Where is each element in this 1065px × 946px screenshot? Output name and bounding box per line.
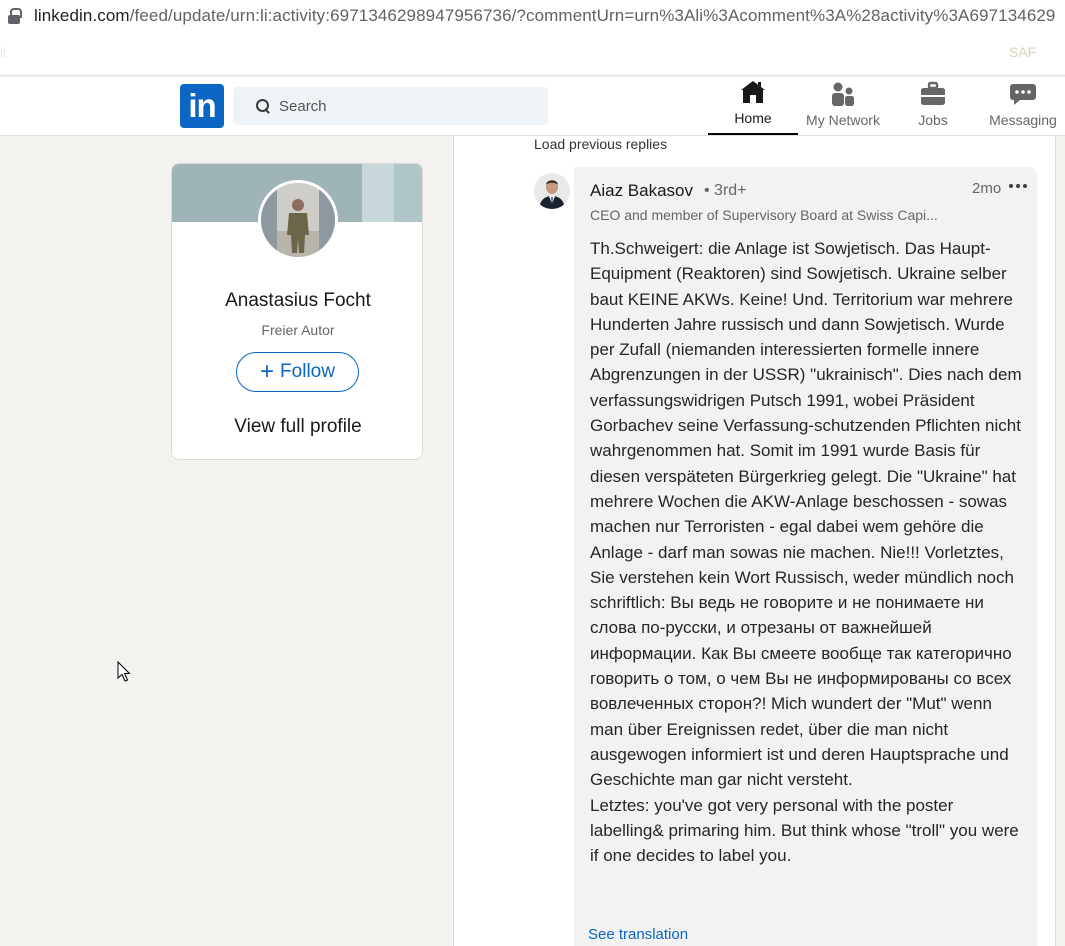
comment-thread-panel: Load previous replies Aiaz Bakasov • 3rd… — [453, 136, 1056, 946]
connection-degree: • 3rd+ — [704, 182, 747, 199]
nav-item-messaging[interactable]: Messaging — [978, 77, 1065, 135]
profile-name[interactable]: Anastasius Focht — [172, 290, 422, 312]
comment-body: Th.Schweigert: die Anlage ist Sowjetisch… — [590, 236, 1022, 868]
nav-item-label: Home — [734, 110, 772, 126]
nav-item-label: My Network — [806, 112, 880, 128]
commenter-name[interactable]: Aiaz Bakasov — [590, 181, 693, 201]
browser-address-bar[interactable]: linkedin.com/feed/update/urn:li:activity… — [0, 0, 1065, 31]
comment-paragraph: Letztes: you've got very personal with t… — [590, 795, 1019, 866]
network-icon — [832, 82, 854, 106]
profile-card: Anastasius Focht Freier Autor + Follow V… — [171, 163, 423, 460]
home-icon — [741, 81, 765, 103]
view-full-profile-link[interactable]: View full profile — [172, 416, 422, 438]
linkedin-logo[interactable]: in — [180, 84, 224, 128]
follow-label: Follow — [280, 361, 335, 382]
global-nav: in Home My Network Jobs — [0, 77, 1065, 136]
nav-item-label: Jobs — [918, 112, 948, 128]
comment-bubble: Aiaz Bakasov • 3rd+ 2mo CEO and member o… — [574, 167, 1037, 946]
profile-subtitle: Freier Autor — [261, 322, 335, 338]
url-host: linkedin.com — [34, 5, 130, 25]
comment-paragraph: Th.Schweigert: die Anlage ist Sowjetisch… — [590, 239, 1022, 790]
comment-timestamp: 2mo — [972, 180, 1002, 197]
mouse-cursor-icon — [117, 661, 131, 682]
more-options-icon[interactable] — [1008, 178, 1028, 194]
bookmarks-bar: it SAF — [0, 31, 1065, 76]
search-icon — [255, 98, 271, 114]
see-translation-link[interactable]: See translation — [588, 926, 688, 943]
bookmark-fragment-right[interactable]: SAF — [1009, 44, 1036, 60]
search-input[interactable] — [279, 97, 539, 115]
nav-item-label: Messaging — [989, 112, 1057, 128]
url-path: /feed/update/urn:li:activity:69713462989… — [129, 5, 1056, 25]
plus-icon: + — [260, 358, 275, 385]
commenter-avatar[interactable] — [534, 173, 570, 209]
commenter-headline: CEO and member of Supervisory Board at S… — [590, 207, 938, 223]
nav-item-my-network[interactable]: My Network — [798, 77, 888, 135]
follow-button[interactable]: + Follow — [236, 352, 359, 392]
load-previous-replies-link[interactable]: Load previous replies — [534, 136, 667, 152]
url-text[interactable]: linkedin.com/feed/update/urn:li:activity… — [34, 6, 1056, 26]
nav-item-jobs[interactable]: Jobs — [888, 77, 978, 135]
briefcase-icon — [921, 81, 945, 105]
messaging-icon — [1010, 84, 1036, 105]
search-box[interactable] — [233, 87, 548, 125]
profile-avatar[interactable] — [258, 180, 338, 260]
lock-icon — [8, 7, 22, 24]
nav-item-home[interactable]: Home — [708, 77, 798, 135]
bookmark-fragment-left[interactable]: it — [0, 45, 7, 60]
